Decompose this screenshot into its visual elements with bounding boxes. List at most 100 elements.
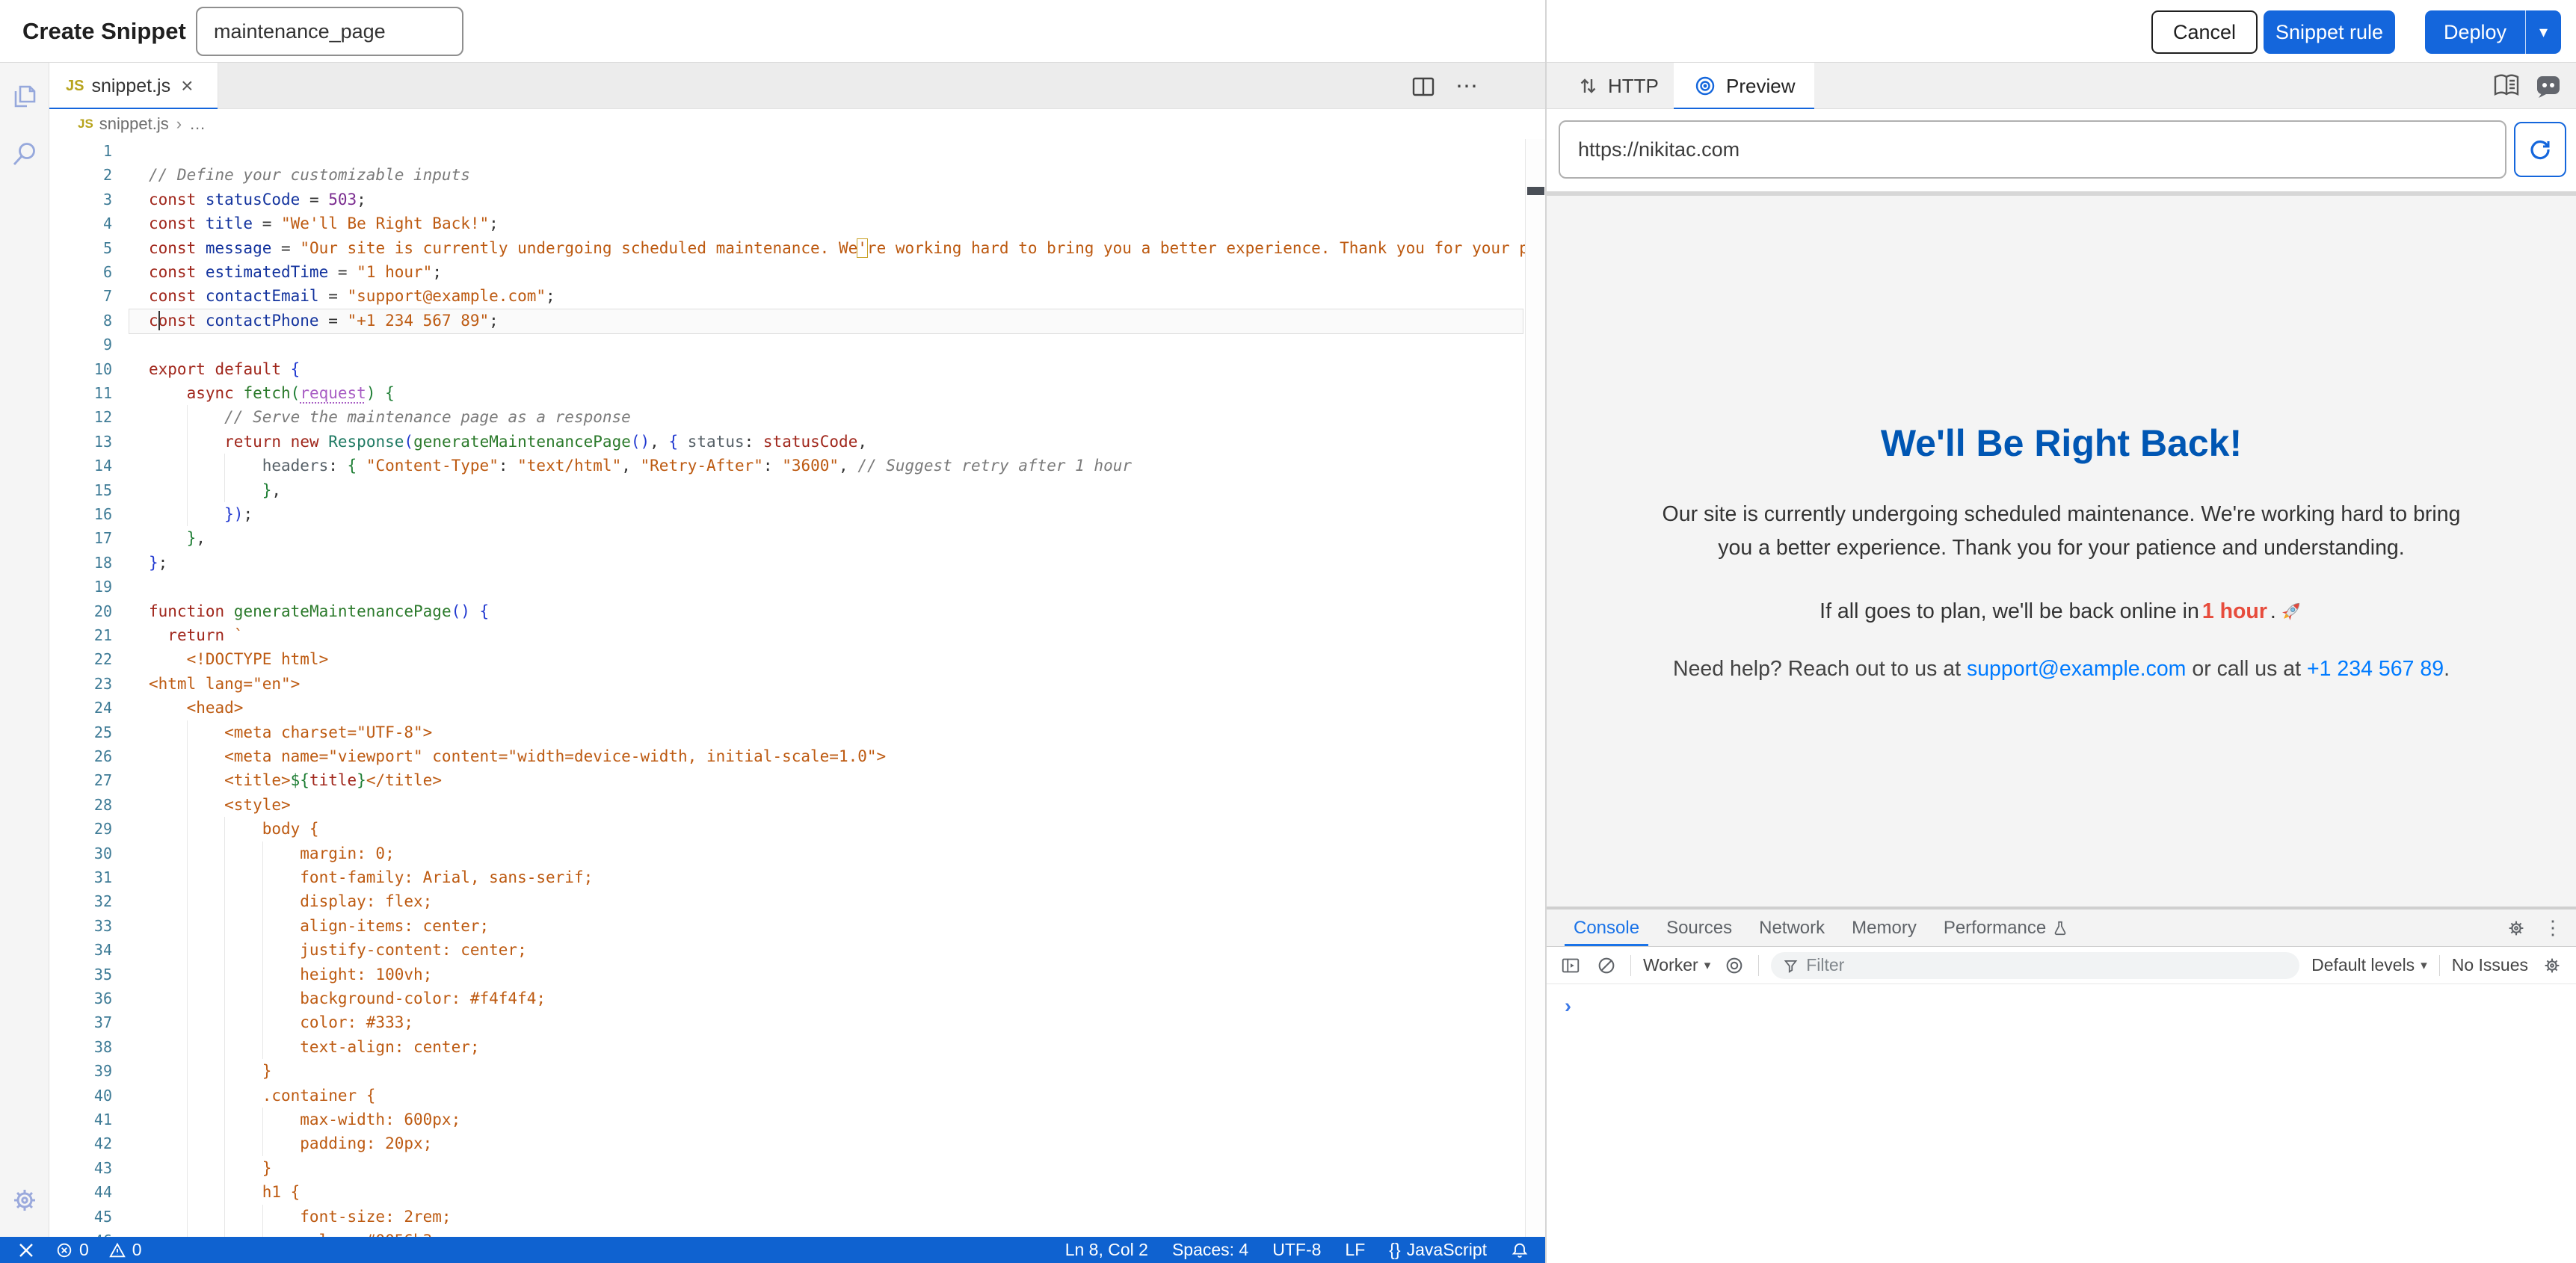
breadcrumb[interactable]: JS snippet.js › …	[49, 109, 1545, 139]
support-email-link[interactable]: support@example.com	[1967, 657, 2186, 681]
code-line-14[interactable]: 14 headers: { "Content-Type": "text/html…	[49, 454, 1525, 478]
url-input[interactable]	[1559, 120, 2506, 179]
code-line-29[interactable]: 29 body {	[49, 817, 1525, 841]
code-line-23[interactable]: 23<html lang="en">	[49, 672, 1525, 696]
breadcrumb-file[interactable]: snippet.js	[99, 114, 169, 134]
code-line-46[interactable]: 46 color: #0056b3;	[49, 1229, 1525, 1237]
code-line-9[interactable]: 9	[49, 333, 1525, 356]
tab-snippet-js[interactable]: JS snippet.js ×	[49, 63, 218, 109]
code-line-39[interactable]: 39 }	[49, 1059, 1525, 1083]
code-line-44[interactable]: 44 h1 {	[49, 1180, 1525, 1204]
remote-indicator-icon[interactable]	[16, 1241, 36, 1260]
code-line-35[interactable]: 35 height: 100vh;	[49, 963, 1525, 986]
code-line-36[interactable]: 36 background-color: #f4f4f4;	[49, 986, 1525, 1010]
code-editor[interactable]: 12// Define your customizable inputs3con…	[49, 139, 1525, 1237]
code-line-2[interactable]: 2// Define your customizable inputs	[49, 163, 1525, 187]
code-line-5[interactable]: 5const message = "Our site is currently …	[49, 236, 1525, 260]
code-line-31[interactable]: 31 font-family: Arial, sans-serif;	[49, 865, 1525, 889]
breadcrumb-rest[interactable]: …	[189, 114, 206, 134]
settings-gear-icon[interactable]	[8, 1184, 41, 1217]
code-line-22[interactable]: 22 <!DOCTYPE html>	[49, 647, 1525, 671]
snippet-name-input[interactable]	[196, 7, 463, 56]
code-line-42[interactable]: 42 padding: 20px;	[49, 1131, 1525, 1155]
code-line-13[interactable]: 13 return new Response(generateMaintenan…	[49, 430, 1525, 454]
filter-input[interactable]	[1806, 955, 2287, 975]
eye-icon	[1693, 74, 1717, 98]
errors-indicator[interactable]: 0	[55, 1240, 89, 1260]
code-line-41[interactable]: 41 max-width: 600px;	[49, 1108, 1525, 1131]
code-line-26[interactable]: 26 <meta name="viewport" content="width=…	[49, 744, 1525, 768]
code-line-37[interactable]: 37 color: #333;	[49, 1010, 1525, 1034]
code-line-43[interactable]: 43 }	[49, 1156, 1525, 1180]
files-icon[interactable]	[8, 79, 41, 112]
eol-sequence[interactable]: LF	[1345, 1240, 1365, 1260]
context-selector[interactable]: Worker ▾	[1643, 955, 1710, 975]
tab-sources[interactable]: Sources	[1653, 910, 1745, 946]
code-line-34[interactable]: 34 justify-content: center;	[49, 938, 1525, 962]
code-line-21[interactable]: 21 return `	[49, 623, 1525, 647]
console-prompt[interactable]: ›	[1565, 995, 1571, 1018]
deploy-button[interactable]: Deploy	[2425, 10, 2525, 54]
code-line-38[interactable]: 38 text-align: center;	[49, 1035, 1525, 1059]
code-line-19[interactable]: 19	[49, 575, 1525, 599]
discord-chat-icon[interactable]	[2533, 70, 2564, 102]
code-line-32[interactable]: 32 display: flex;	[49, 889, 1525, 913]
tab-preview[interactable]: Preview	[1674, 63, 1814, 109]
cursor-position[interactable]: Ln 8, Col 2	[1065, 1240, 1148, 1260]
code-line-20[interactable]: 20function generateMaintenancePage() {	[49, 599, 1525, 623]
docs-book-icon[interactable]	[2491, 70, 2522, 102]
code-line-28[interactable]: 28 <style>	[49, 793, 1525, 817]
warnings-indicator[interactable]: 0	[108, 1240, 142, 1260]
code-line-40[interactable]: 40 .container {	[49, 1084, 1525, 1108]
code-line-6[interactable]: 6const estimatedTime = "1 hour";	[49, 260, 1525, 284]
phone-link[interactable]: +1 234 567 89	[2307, 657, 2444, 681]
tab-performance[interactable]: Performance	[1930, 910, 2082, 946]
code-line-18[interactable]: 18};	[49, 551, 1525, 575]
snippet-rule-button[interactable]: Snippet rule	[2264, 10, 2395, 54]
indent-guide	[187, 963, 188, 986]
panel-divider[interactable]	[1545, 0, 1547, 1263]
close-tab-icon[interactable]: ×	[181, 78, 193, 93]
code-line-7[interactable]: 7const contactEmail = "support@example.c…	[49, 284, 1525, 308]
code-line-16[interactable]: 16 });	[49, 502, 1525, 526]
code-line-17[interactable]: 17 },	[49, 526, 1525, 550]
console-output[interactable]: ›	[1547, 984, 2576, 1263]
cancel-button[interactable]: Cancel	[2151, 10, 2258, 54]
refresh-button[interactable]	[2514, 122, 2566, 177]
code-line-4[interactable]: 4const title = "We'll Be Right Back!";	[49, 211, 1525, 235]
language-mode[interactable]: {} JavaScript	[1389, 1240, 1487, 1260]
tab-network[interactable]: Network	[1745, 910, 1838, 946]
console-sidebar-toggle-icon[interactable]	[1559, 954, 1583, 978]
notifications-bell-icon[interactable]	[1511, 1241, 1529, 1259]
code-line-3[interactable]: 3const statusCode = 503;	[49, 188, 1525, 211]
devtools-settings-gear-icon[interactable]	[2504, 916, 2528, 940]
code-line-30[interactable]: 30 margin: 0;	[49, 842, 1525, 865]
code-line-15[interactable]: 15 },	[49, 478, 1525, 502]
issues-counter[interactable]: No Issues	[2452, 955, 2528, 975]
tab-console[interactable]: Console	[1560, 910, 1653, 946]
deploy-dropdown-caret[interactable]: ▾	[2525, 10, 2561, 54]
tab-memory[interactable]: Memory	[1838, 910, 1930, 946]
code-line-33[interactable]: 33 align-items: center;	[49, 914, 1525, 938]
code-line-1[interactable]: 1	[49, 139, 1525, 163]
code-line-8[interactable]: 8const contactPhone = "+1 234 567 89";	[49, 309, 1525, 333]
devtools-more-icon[interactable]: ⋮	[2543, 916, 2563, 939]
code-line-12[interactable]: 12 // Serve the maintenance page as a re…	[49, 405, 1525, 429]
code-line-27[interactable]: 27 <title>${title}</title>	[49, 768, 1525, 792]
editor-scrollbar[interactable]	[1525, 139, 1545, 1237]
code-line-45[interactable]: 45 font-size: 2rem;	[49, 1205, 1525, 1229]
clear-console-icon[interactable]	[1594, 954, 1618, 978]
tab-http[interactable]: HTTP	[1557, 63, 1678, 109]
code-line-10[interactable]: 10export default {	[49, 357, 1525, 381]
log-levels-selector[interactable]: Default levels ▾	[2311, 955, 2427, 975]
live-expression-eye-icon[interactable]	[1722, 954, 1746, 978]
search-icon[interactable]	[8, 138, 41, 170]
code-line-11[interactable]: 11 async fetch(request) {	[49, 381, 1525, 405]
console-settings-gear-icon[interactable]	[2540, 954, 2564, 978]
code-line-24[interactable]: 24 <head>	[49, 696, 1525, 720]
editor-more-actions-icon[interactable]: ⋯	[1453, 73, 1480, 100]
split-editor-icon[interactable]	[1410, 73, 1437, 100]
indentation[interactable]: Spaces: 4	[1172, 1240, 1248, 1260]
encoding[interactable]: UTF-8	[1272, 1240, 1321, 1260]
code-line-25[interactable]: 25 <meta charset="UTF-8">	[49, 720, 1525, 744]
